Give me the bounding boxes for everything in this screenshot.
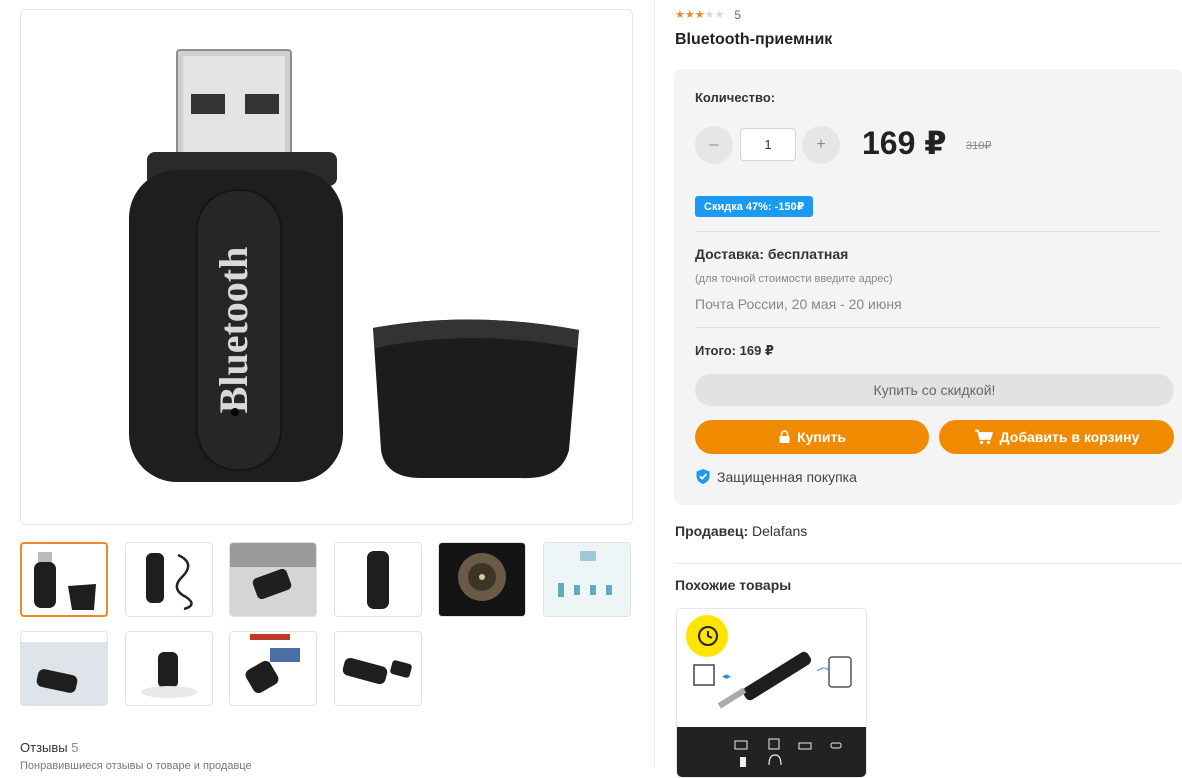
star-icon: ★ bbox=[684, 9, 695, 21]
add-to-cart-button[interactable]: Добавить в корзину bbox=[939, 420, 1174, 454]
thumbnail-9[interactable] bbox=[229, 631, 317, 706]
star-empty-icon: ★ bbox=[704, 9, 715, 21]
similar-product-card[interactable]: ◂▸ bbox=[676, 608, 867, 778]
price: 169 ₽ bbox=[862, 125, 947, 161]
star-icon: ★ bbox=[675, 9, 685, 21]
quantity-input[interactable] bbox=[740, 128, 796, 161]
reviews-subtitle: Понравившиеся отзывы о товаре и продавце bbox=[20, 760, 252, 772]
discount-badge: Скидка 47%: -150₽ bbox=[695, 196, 814, 217]
delivery-info: Доставка: бесплатная bbox=[695, 246, 849, 262]
thumbnail-2[interactable] bbox=[125, 542, 213, 617]
reviews-title: Отзывы 5 bbox=[20, 740, 79, 755]
star-icon: ★ bbox=[694, 9, 705, 21]
total: Итого: 169 ₽ bbox=[695, 343, 774, 358]
thumbnail-10[interactable] bbox=[334, 631, 422, 706]
buy-button[interactable]: Купить bbox=[695, 420, 929, 454]
quantity-plus-button[interactable]: + bbox=[802, 126, 840, 164]
cart-icon bbox=[974, 429, 993, 445]
similar-product-image: ◂▸ bbox=[677, 609, 866, 777]
old-price: 310₽ bbox=[966, 140, 992, 152]
main-product-image[interactable]: Bluetooth bbox=[20, 9, 633, 525]
product-title: Bluetooth-приемник bbox=[675, 31, 833, 48]
rating-stars: ★ ★ ★ ★ ★ 5 bbox=[675, 8, 741, 22]
seller-name[interactable]: Delafans bbox=[752, 523, 807, 539]
quantity-minus-button[interactable]: – bbox=[695, 126, 733, 164]
divider bbox=[675, 563, 1182, 564]
thumbnail-4[interactable] bbox=[334, 542, 422, 617]
thumbnail-3[interactable] bbox=[229, 542, 317, 617]
seller-info: Продавец: Delafans bbox=[675, 523, 807, 539]
thumbnail-7[interactable] bbox=[20, 631, 108, 706]
secure-purchase: Защищенная покупка bbox=[695, 468, 857, 485]
device-label: Bluetooth bbox=[211, 247, 256, 414]
star-empty-icon: ★ bbox=[714, 9, 725, 21]
buy-box: Количество: – + 169 ₽ 310₽ Скидка 47%: -… bbox=[674, 69, 1182, 505]
column-divider bbox=[654, 0, 655, 768]
shield-check-icon bbox=[696, 469, 710, 484]
thumbnail-8[interactable] bbox=[125, 631, 213, 706]
add-to-cart-label: Добавить в корзину bbox=[999, 429, 1140, 445]
similar-products-title: Похожие товары bbox=[675, 577, 792, 593]
seller-label: Продавец: bbox=[675, 523, 749, 539]
lock-icon bbox=[779, 430, 790, 443]
reviews-count: 5 bbox=[71, 740, 79, 755]
divider bbox=[695, 231, 1160, 232]
delivery-dates: Почта России, 20 мая - 20 июня bbox=[695, 296, 902, 312]
bluetooth-receiver-image: Bluetooth bbox=[129, 49, 579, 482]
divider bbox=[695, 327, 1160, 328]
quantity-label: Количество: bbox=[695, 90, 776, 105]
buy-with-discount-button[interactable]: Купить со скидкой! bbox=[695, 374, 1174, 406]
buy-button-label: Купить bbox=[797, 429, 846, 445]
thumbnail-6[interactable] bbox=[543, 542, 631, 617]
thumbnail-1[interactable] bbox=[20, 542, 108, 617]
svg-text:◂▸: ◂▸ bbox=[722, 671, 732, 681]
secure-purchase-label: Защищенная покупка bbox=[717, 468, 857, 485]
delivery-note: (для точной стоимости введите адрес) bbox=[695, 273, 893, 285]
rating-count[interactable]: 5 bbox=[734, 8, 741, 22]
thumbnail-5[interactable] bbox=[438, 542, 526, 617]
